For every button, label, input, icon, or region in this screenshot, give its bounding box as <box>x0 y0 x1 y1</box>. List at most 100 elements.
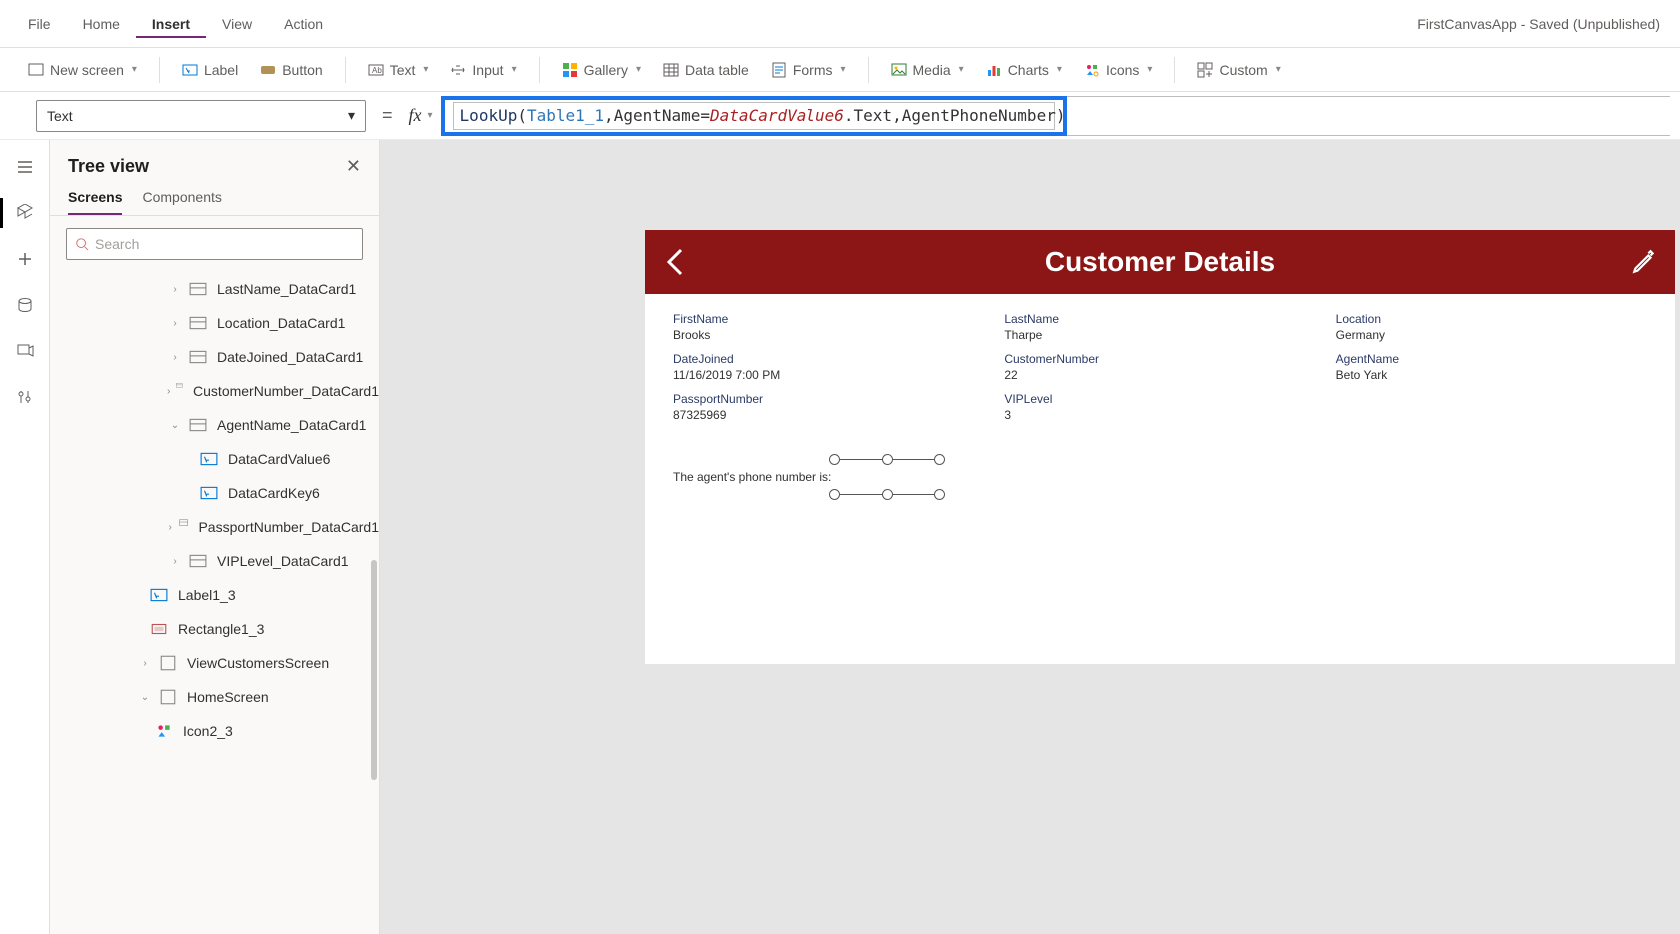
tree-item-passport[interactable]: ›PassportNumber_DataCard1 <box>50 510 379 544</box>
chevron-down-icon: ▾ <box>840 64 845 75</box>
resize-handle[interactable] <box>882 454 893 465</box>
tree-item-location[interactable]: ›Location_DataCard1 <box>50 306 379 340</box>
chevron-right-icon: › <box>165 284 185 295</box>
canvas[interactable]: Customer Details FirstNameBrooks LastNam… <box>380 140 1680 934</box>
chevron-down-icon[interactable]: ▾ <box>428 110 433 121</box>
formula-input[interactable]: LookUp(Table1_1, AgentName = DataCardVal… <box>441 96 1068 136</box>
rectangle-icon <box>150 620 168 638</box>
data-table-button[interactable]: Data table <box>655 58 757 82</box>
resize-handle[interactable] <box>934 489 945 500</box>
label-label: Label <box>204 62 238 78</box>
chevron-right-icon: › <box>165 386 172 397</box>
tree-item-homescreen[interactable]: ⌄HomeScreen <box>50 680 379 714</box>
gallery-button[interactable]: Gallery ▾ <box>554 58 649 82</box>
input-button[interactable]: Input ▾ <box>442 58 524 82</box>
tree-item-agentname[interactable]: ⌄AgentName_DataCard1 <box>50 408 379 442</box>
advanced-tools-icon[interactable] <box>14 386 36 408</box>
button-button[interactable]: Button <box>252 58 330 82</box>
close-icon[interactable]: ✕ <box>346 156 361 177</box>
new-screen-label: New screen <box>50 62 124 78</box>
tab-screens[interactable]: Screens <box>68 189 122 215</box>
tree-item-label13[interactable]: Label1_3 <box>50 578 379 612</box>
datacard-icon <box>189 348 207 366</box>
tree-title: Tree view <box>68 156 149 177</box>
chevron-right-icon: › <box>165 352 185 363</box>
datacard-icon <box>189 552 207 570</box>
svg-text:Ab: Ab <box>372 66 382 75</box>
tree-item-rectangle13[interactable]: Rectangle1_3 <box>50 612 379 646</box>
tab-components[interactable]: Components <box>142 189 221 215</box>
data-icon[interactable] <box>14 294 36 316</box>
media-label: Media <box>913 62 951 78</box>
forms-button[interactable]: Forms ▾ <box>763 58 854 82</box>
menu-action[interactable]: Action <box>268 10 339 38</box>
ribbon: New screen ▾ Label Button Ab Text ▾ Inpu… <box>0 48 1680 92</box>
tree-item-viewcustomers[interactable]: ›ViewCustomersScreen <box>50 646 379 680</box>
chevron-right-icon: › <box>165 522 175 533</box>
tree-item-datejoined[interactable]: ›DateJoined_DataCard1 <box>50 340 379 374</box>
media-button[interactable]: Media ▾ <box>883 58 972 82</box>
preview-title: Customer Details <box>1045 246 1275 278</box>
field-passport: PassportNumber87325969 <box>673 392 984 422</box>
label-button[interactable]: Label <box>174 58 246 82</box>
tree-view-icon[interactable] <box>14 202 36 224</box>
chevron-down-icon: ⌄ <box>135 692 155 703</box>
datacard-icon <box>179 518 188 536</box>
formula-bar: Text ▾ = fx ▾ LookUp(Table1_1, AgentName… <box>0 92 1680 140</box>
property-dropdown[interactable]: Text ▾ <box>36 100 366 132</box>
field-datejoined: DateJoined11/16/2019 7:00 PM <box>673 352 984 382</box>
icons-icon <box>155 722 173 740</box>
datacard-icon <box>189 280 207 298</box>
charts-icon <box>986 62 1002 78</box>
field-vip: VIPLevel3 <box>1004 392 1315 422</box>
custom-icon <box>1197 62 1213 78</box>
custom-label: Custom <box>1219 62 1267 78</box>
text-button[interactable]: Ab Text ▾ <box>360 58 437 82</box>
edit-icon[interactable] <box>1631 249 1657 275</box>
text-icon: Ab <box>368 62 384 78</box>
tree-item-viplevel[interactable]: ›VIPLevel_DataCard1 <box>50 544 379 578</box>
chevron-right-icon: › <box>165 318 185 329</box>
field-location: LocationGermany <box>1336 312 1647 342</box>
insert-icon[interactable] <box>14 248 36 270</box>
field-firstname: FirstNameBrooks <box>673 312 984 342</box>
app-title: FirstCanvasApp - Saved (Unpublished) <box>1417 16 1668 32</box>
resize-handle[interactable] <box>882 489 893 500</box>
preview-header: Customer Details <box>645 230 1675 294</box>
agent-phone-text: The agent's phone number is: <box>673 470 831 484</box>
hamburger-icon[interactable] <box>14 156 36 178</box>
forms-icon <box>771 62 787 78</box>
button-icon <box>260 62 276 78</box>
icons-button[interactable]: Icons ▾ <box>1076 58 1161 82</box>
tree-item-customernumber[interactable]: ›CustomerNumber_DataCard1 <box>50 374 379 408</box>
tree-item-lastname[interactable]: ›LastName_DataCard1 <box>50 272 379 306</box>
equals-sign: = <box>366 105 409 126</box>
tree-item-icon23[interactable]: Icon2_3 <box>50 714 379 748</box>
tree-search-input[interactable]: Search <box>66 228 363 260</box>
preview-form: FirstNameBrooks LastNameTharpe LocationG… <box>645 294 1675 430</box>
menu-file[interactable]: File <box>12 10 67 38</box>
resize-handle[interactable] <box>934 454 945 465</box>
screen-icon <box>28 62 44 78</box>
resize-handle[interactable] <box>829 454 840 465</box>
new-screen-button[interactable]: New screen ▾ <box>20 58 145 82</box>
chevron-down-icon: ▾ <box>132 64 137 75</box>
chevron-down-icon: ⌄ <box>165 420 185 431</box>
selected-label-control[interactable] <box>835 460 939 494</box>
menu-home[interactable]: Home <box>67 10 136 38</box>
menu-insert[interactable]: Insert <box>136 10 206 38</box>
tree-item-datacardkey6[interactable]: DataCardKey6 <box>50 476 379 510</box>
media-rail-icon[interactable] <box>14 340 36 362</box>
menu-view[interactable]: View <box>206 10 268 38</box>
custom-button[interactable]: Custom ▾ <box>1189 58 1288 82</box>
resize-handle[interactable] <box>829 489 840 500</box>
input-icon <box>450 62 466 78</box>
tree-item-datacardvalue6[interactable]: DataCardValue6 <box>50 442 379 476</box>
scrollbar[interactable] <box>371 560 377 780</box>
chevron-down-icon: ▾ <box>1057 64 1062 75</box>
field-custno: CustomerNumber22 <box>1004 352 1315 382</box>
charts-button[interactable]: Charts ▾ <box>978 58 1070 82</box>
formula-overflow <box>1067 96 1670 136</box>
back-icon[interactable] <box>663 246 687 278</box>
fx-icon[interactable]: fx <box>409 105 426 126</box>
